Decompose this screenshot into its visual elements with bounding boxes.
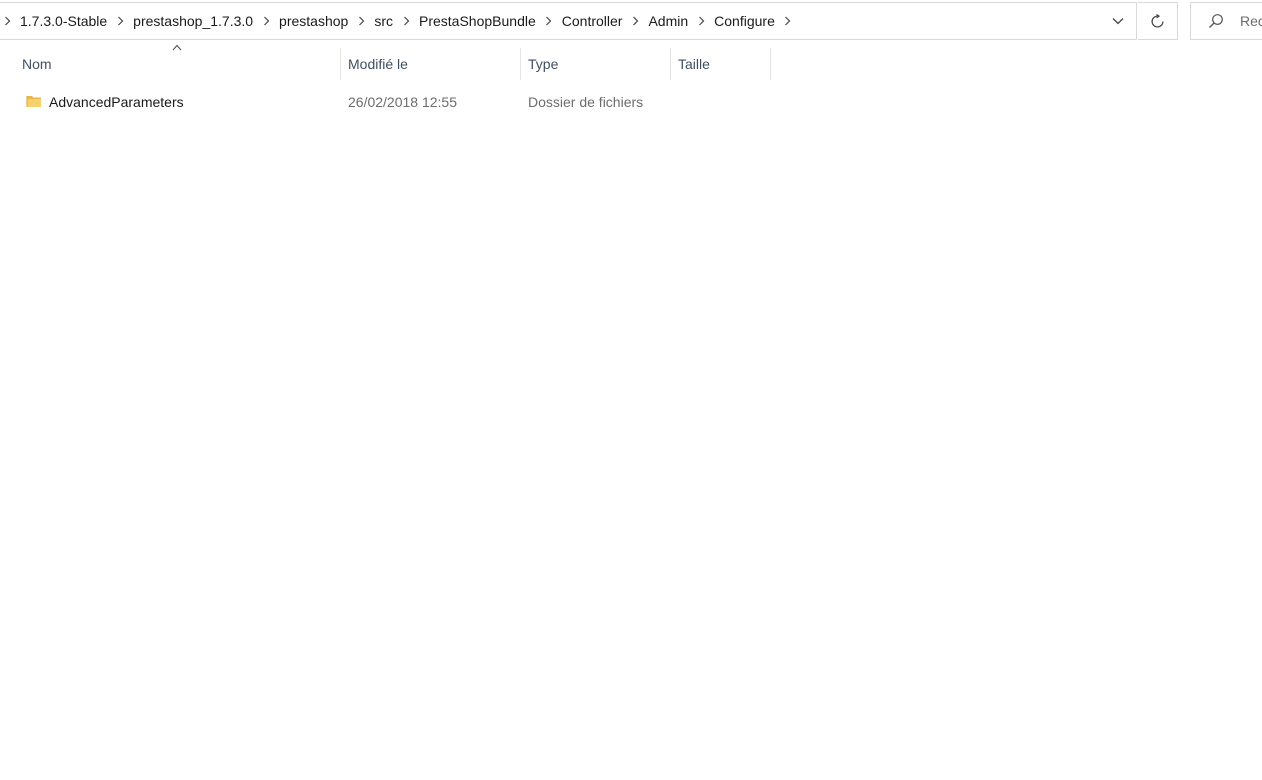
- folder-icon: [26, 94, 42, 108]
- file-name[interactable]: AdvancedParameters: [49, 86, 184, 118]
- chevron-right-icon[interactable]: [0, 3, 14, 39]
- breadcrumb-item-prestashopbundle[interactable]: PrestaShopBundle: [413, 3, 542, 39]
- address-bar[interactable]: 1.7.3.0-Stable prestashop_1.7.3.0 presta…: [0, 2, 1137, 40]
- breadcrumb: 1.7.3.0-Stable prestashop_1.7.3.0 presta…: [0, 3, 1136, 39]
- breadcrumb-item-configure[interactable]: Configure: [708, 3, 781, 39]
- search-input[interactable]: [1240, 13, 1262, 29]
- refresh-icon: [1150, 13, 1165, 29]
- chevron-right-icon[interactable]: [113, 3, 127, 39]
- breadcrumb-item-admin[interactable]: Admin: [642, 3, 694, 39]
- refresh-button[interactable]: [1138, 2, 1178, 40]
- chevron-right-icon[interactable]: [781, 3, 795, 39]
- breadcrumb-item-prestashop[interactable]: prestashop: [273, 3, 354, 39]
- chevron-right-icon[interactable]: [354, 3, 368, 39]
- address-history-dropdown[interactable]: [1100, 3, 1136, 39]
- table-row[interactable]: AdvancedParameters 26/02/2018 12:55 Doss…: [0, 86, 1262, 118]
- breadcrumb-item-controller[interactable]: Controller: [556, 3, 629, 39]
- breadcrumb-item-src[interactable]: src: [368, 3, 399, 39]
- column-header-modified[interactable]: Modifié le: [341, 48, 521, 80]
- file-list: AdvancedParameters 26/02/2018 12:55 Doss…: [0, 86, 1262, 118]
- address-bar-row: 1.7.3.0-Stable prestashop_1.7.3.0 presta…: [0, 0, 1262, 42]
- chevron-right-icon[interactable]: [542, 3, 556, 39]
- breadcrumb-item-1-7-3-0-stable[interactable]: 1.7.3.0-Stable: [14, 3, 113, 39]
- chevron-right-icon[interactable]: [259, 3, 273, 39]
- column-header-name[interactable]: Nom: [15, 48, 341, 80]
- column-headers: Nom Modifié le Type Taille: [0, 48, 1262, 80]
- breadcrumb-item-prestashop-1-7-3-0[interactable]: prestashop_1.7.3.0: [127, 3, 259, 39]
- column-header-type[interactable]: Type: [521, 48, 671, 80]
- chevron-right-icon[interactable]: [628, 3, 642, 39]
- file-explorer-window: 1.7.3.0-Stable prestashop_1.7.3.0 presta…: [0, 0, 1262, 780]
- file-type: Dossier de fichiers: [528, 94, 644, 110]
- chevron-right-icon[interactable]: [694, 3, 708, 39]
- search-icon: [1191, 13, 1224, 29]
- file-modified-date: 26/02/2018 12:55: [348, 94, 457, 110]
- search-box[interactable]: [1190, 2, 1262, 40]
- chevron-down-icon: [1112, 17, 1124, 25]
- column-header-size[interactable]: Taille: [671, 48, 771, 80]
- sort-ascending-icon: [172, 44, 182, 51]
- chevron-right-icon[interactable]: [399, 3, 413, 39]
